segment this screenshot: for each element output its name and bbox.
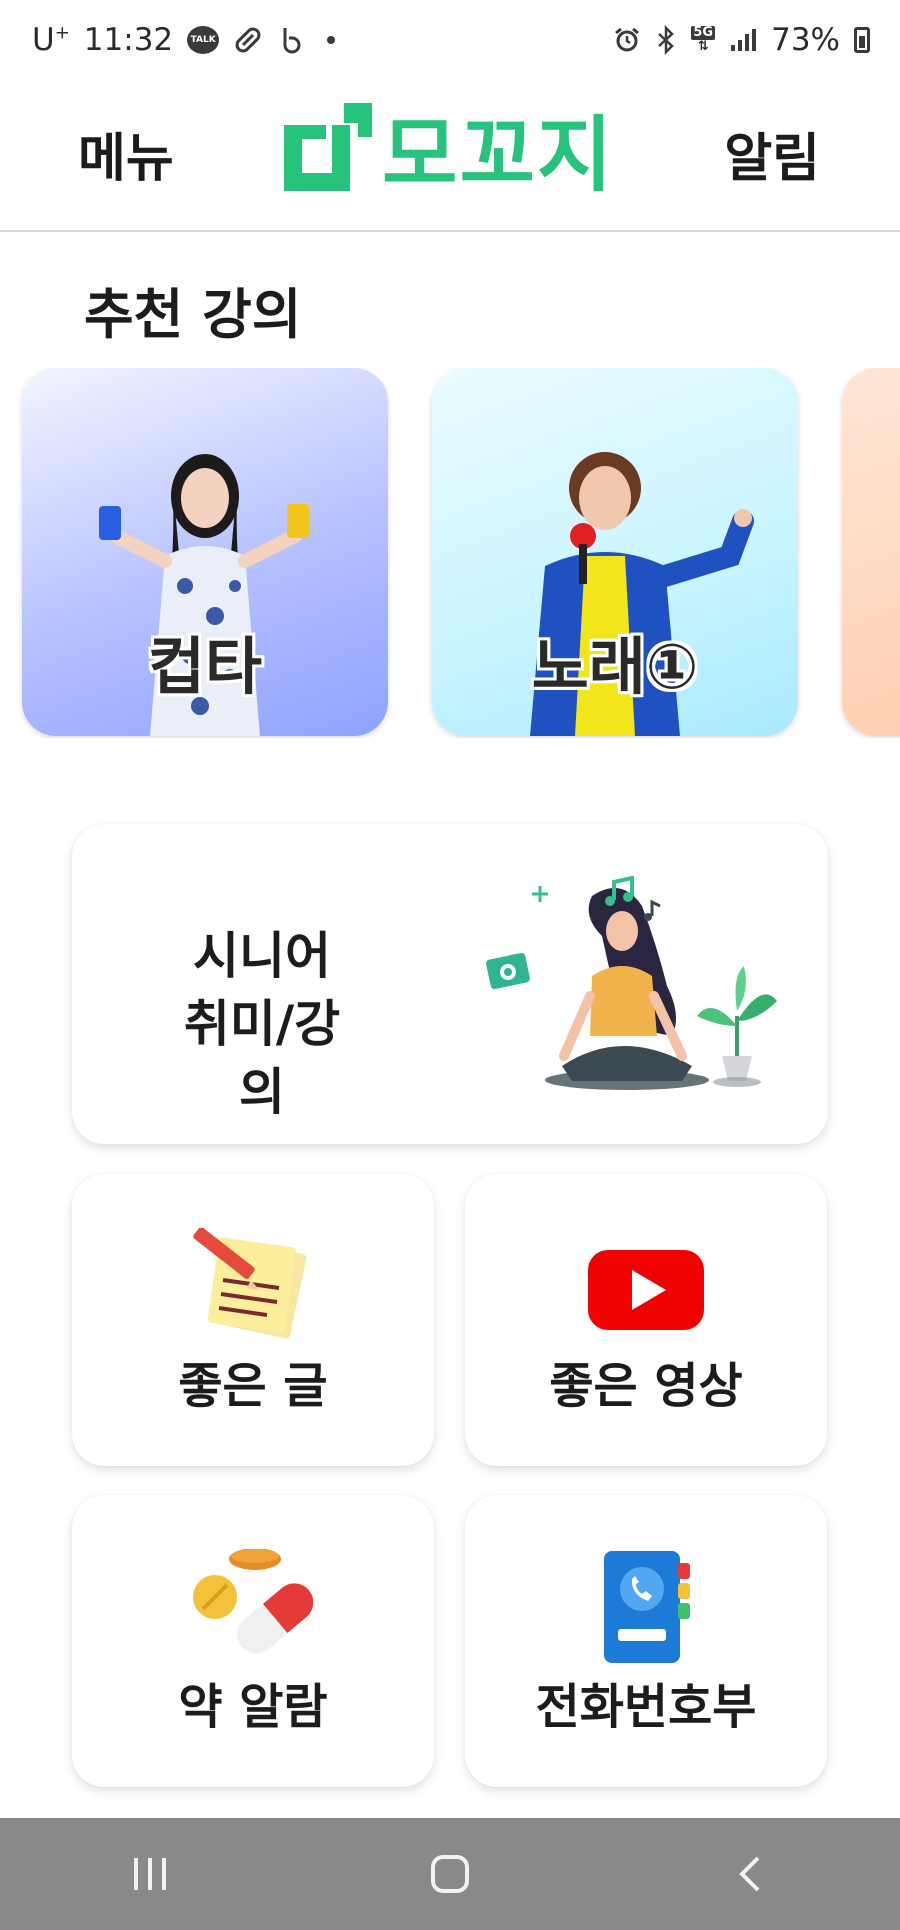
bandage-icon [233, 25, 263, 55]
carrier: U+ [32, 22, 70, 58]
band-app-icon [277, 25, 307, 55]
lecture-carousel[interactable]: 컵타 노래① [0, 368, 900, 738]
lecture-card-next[interactable] [842, 368, 900, 736]
memo-pencil-icon [193, 1228, 307, 1339]
bluetooth-icon [655, 25, 677, 55]
alarm-clock-icon [613, 26, 641, 54]
network-type: 5G [691, 25, 716, 40]
phonebook-card[interactable]: 전화번호부 [465, 1495, 827, 1787]
good-text-card[interactable]: 좋은 글 [72, 1174, 434, 1466]
battery-percent: 73% [771, 22, 840, 58]
pills-icon [193, 1549, 313, 1654]
clock: 11:32 [83, 22, 174, 58]
meditation-illustration [486, 876, 777, 1090]
status-left: U+ 11:32 TALK [32, 22, 336, 58]
system-nav-bar [0, 1818, 900, 1930]
carrier-text: U [32, 22, 55, 58]
lecture-label: 노래① [531, 630, 699, 703]
notification-dot-icon [327, 36, 336, 44]
app-name: 모꼬지 [382, 107, 615, 203]
home-button[interactable] [390, 1834, 510, 1914]
recent-apps-button[interactable] [90, 1834, 210, 1914]
lecture-card-cup-tap[interactable]: 컵타 [22, 368, 388, 736]
battery-icon [854, 27, 870, 53]
network-5g-icon: 5G ⇅ [691, 25, 716, 54]
medicine-alarm-card[interactable]: 약 알람 [72, 1495, 434, 1787]
back-button[interactable] [690, 1834, 810, 1914]
good-video-label: 좋은 영상 [549, 1358, 743, 1414]
back-icon [739, 1856, 760, 1892]
notifications-button[interactable]: 알림 [724, 116, 820, 191]
data-arrows: ⇅ [697, 39, 709, 54]
signal-icon [729, 27, 757, 53]
hobby-line-1: 시니어 [193, 927, 331, 985]
home-icon [431, 1855, 469, 1893]
menu-button[interactable]: 메뉴 [78, 116, 174, 191]
logo-mark-icon [284, 103, 372, 191]
app-header: 메뉴 모꼬지 알림 [0, 80, 900, 232]
status-right: 5G ⇅ 73% [613, 22, 870, 58]
phonebook-icon [604, 1551, 690, 1663]
senior-hobby-label: 시니어 취미/강의 [162, 922, 362, 1126]
lecture-card-singing[interactable]: 노래① [432, 368, 798, 736]
good-video-card[interactable]: 좋은 영상 [465, 1174, 827, 1466]
senior-hobby-card[interactable]: 시니어 취미/강의 [72, 824, 828, 1144]
lecture-label: 컵타 [147, 630, 263, 703]
medicine-alarm-label: 약 알람 [178, 1679, 328, 1735]
status-bar: U+ 11:32 TALK 5G ⇅ 73% [0, 0, 900, 80]
talk-icon: TALK [187, 26, 220, 54]
recommended-title: 추천 강의 [84, 283, 302, 346]
carrier-sup: + [54, 22, 70, 44]
good-text-label: 좋은 글 [178, 1358, 328, 1414]
hobby-line-2: 취미/강의 [183, 995, 341, 1121]
youtube-play-icon [588, 1250, 704, 1330]
app-logo[interactable]: 모꼬지 [280, 92, 620, 203]
phonebook-label: 전화번호부 [535, 1679, 757, 1735]
recent-apps-icon [134, 1858, 166, 1890]
